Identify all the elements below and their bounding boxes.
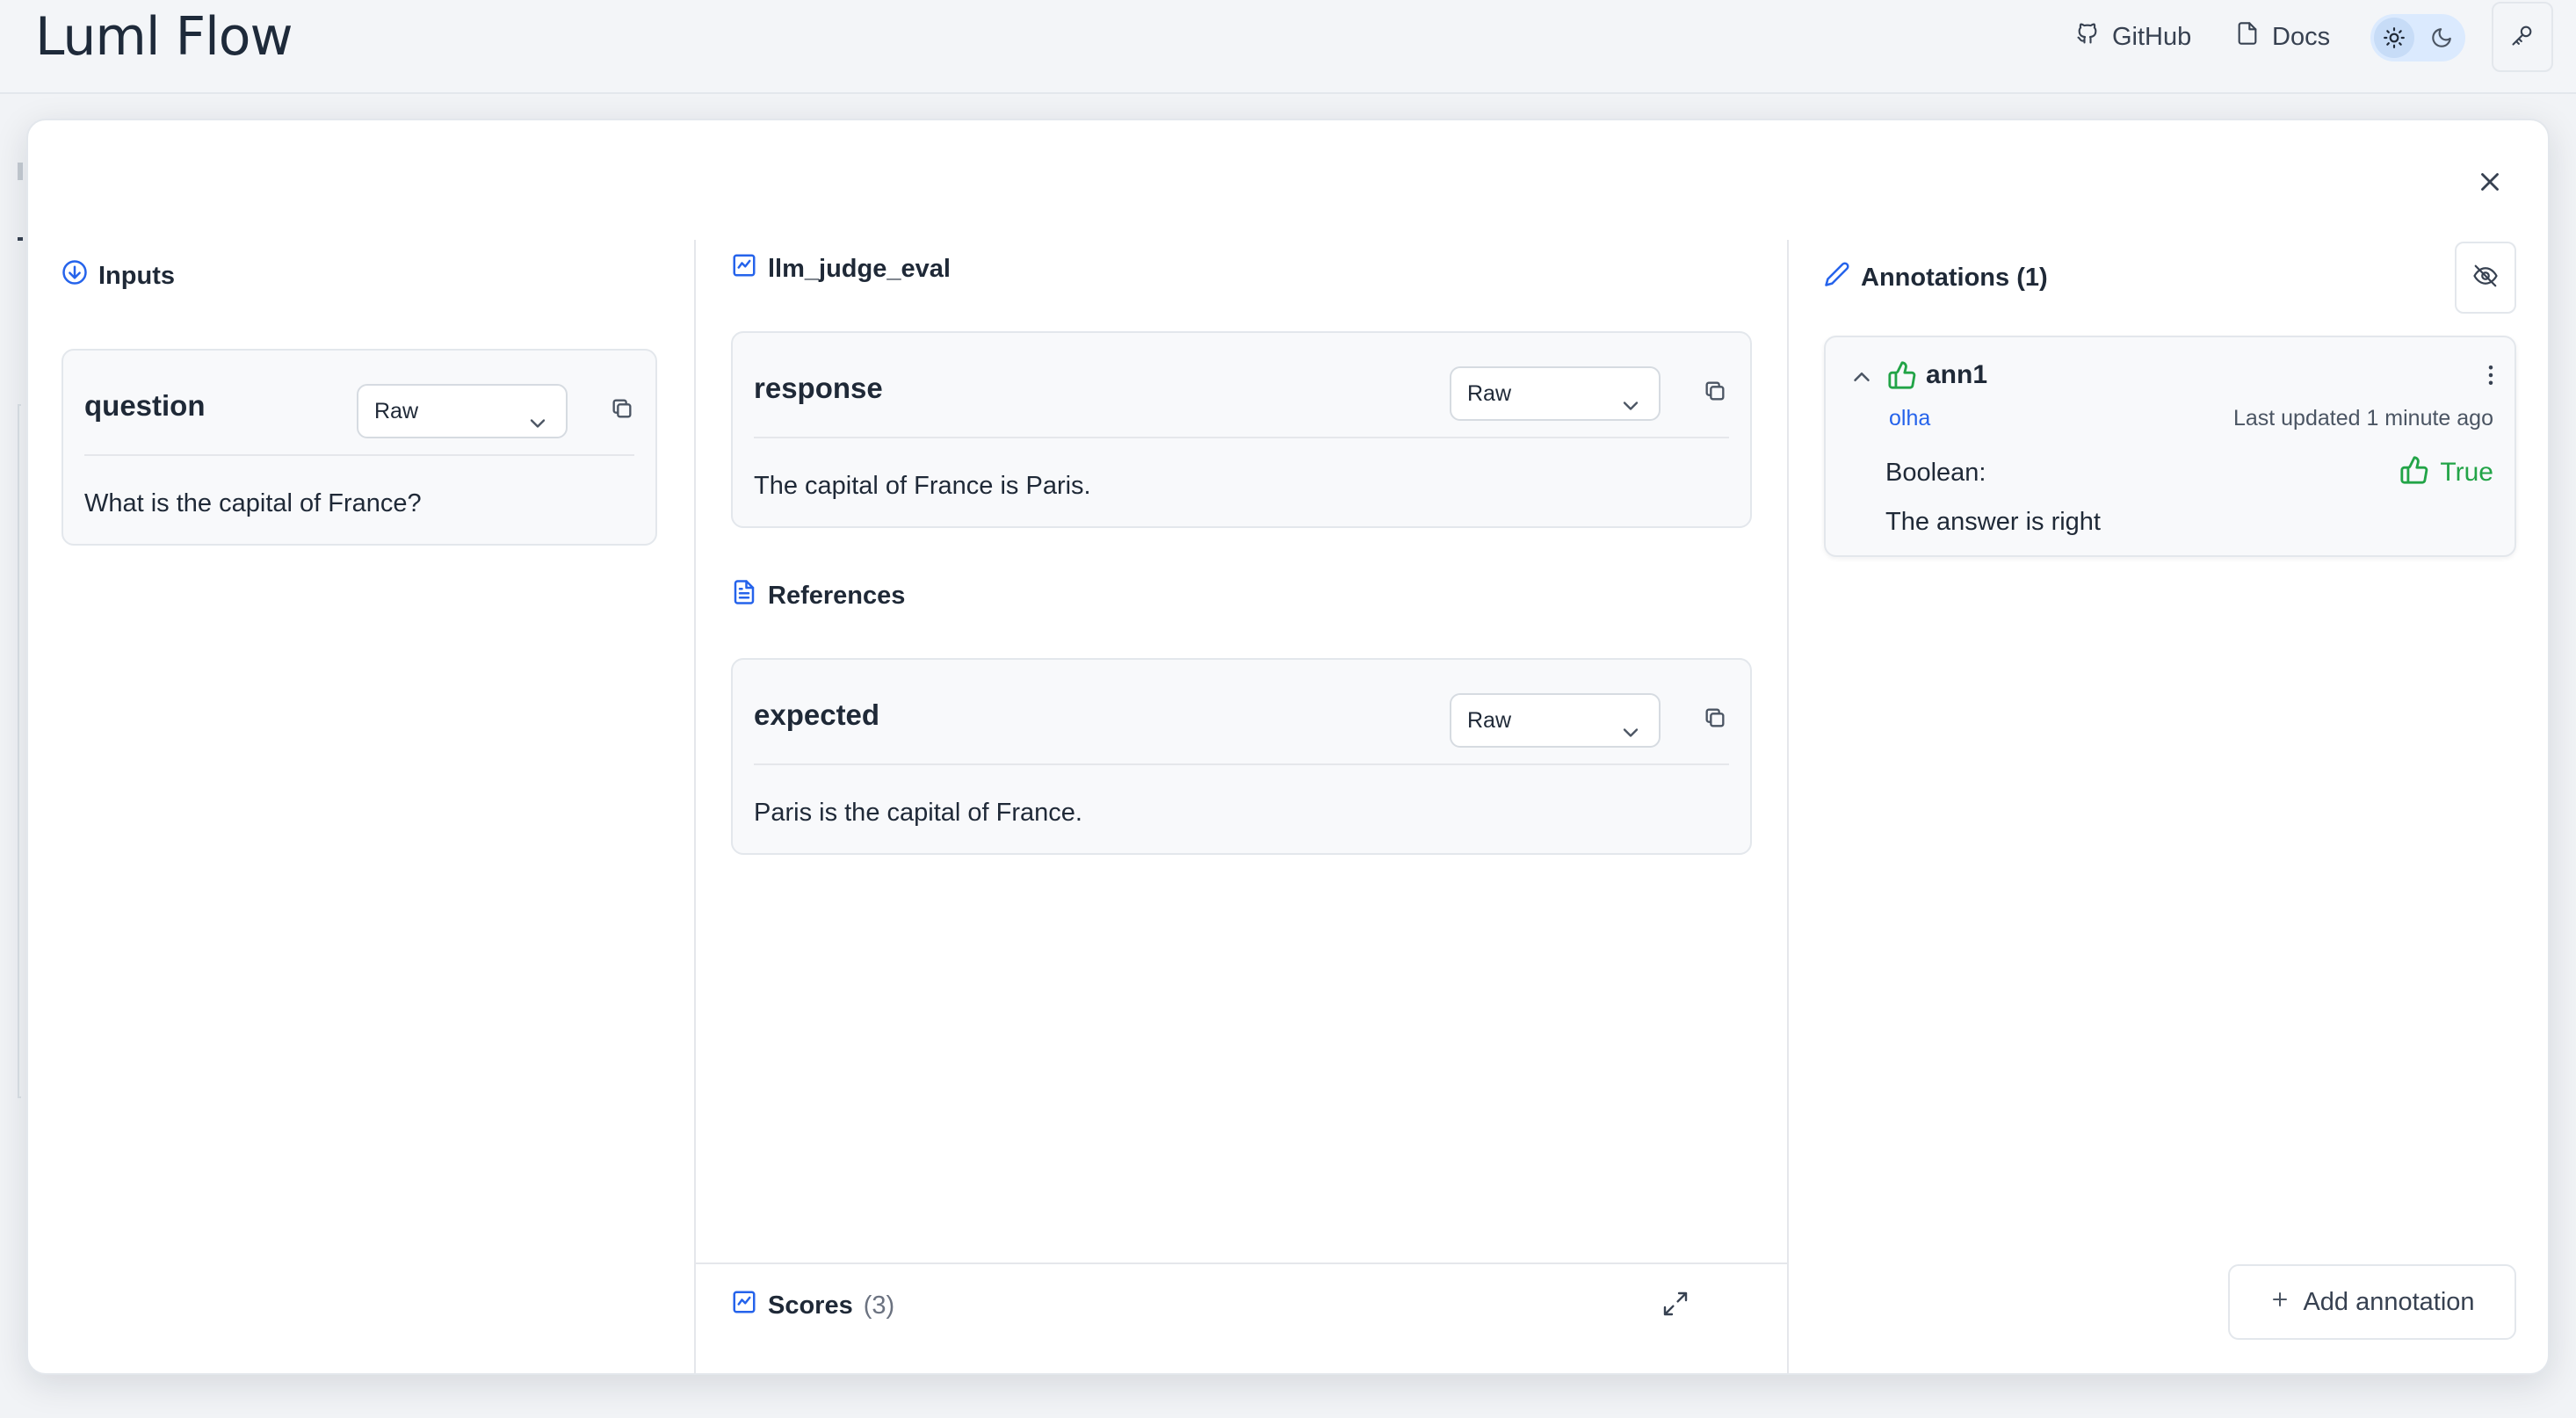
column-divider: [1787, 240, 1789, 1373]
inputs-header: Inputs: [62, 259, 175, 293]
app-logo[interactable]: Luml Flow: [35, 2, 293, 72]
close-icon: [2475, 167, 2505, 201]
eval-header: llm_judge_eval: [731, 252, 951, 286]
annotation-menu-button[interactable]: [2478, 362, 2504, 388]
eye-off-icon: [2472, 263, 2499, 293]
docs-label: Docs: [2272, 22, 2331, 51]
copy-icon: [1703, 379, 1727, 408]
docs-link[interactable]: Docs: [2235, 16, 2330, 58]
card-separator: [754, 437, 1729, 438]
add-annotation-button[interactable]: Add annotation: [2228, 1264, 2516, 1340]
annotation-value-text: True: [2440, 457, 2493, 487]
key-icon: [2510, 23, 2535, 52]
flow-icon: [731, 1289, 757, 1322]
scores-count: (3): [863, 1291, 895, 1320]
field-value: Paris is the capital of France.: [754, 799, 1082, 827]
field-value: What is the capital of France?: [84, 489, 422, 517]
field-value: The capital of France is Paris.: [754, 472, 1091, 500]
scores-bar[interactable]: Scores (3): [694, 1262, 1787, 1373]
api-key-button[interactable]: [2492, 2, 2553, 72]
file-icon: [731, 579, 757, 612]
trace-detail-modal: Inputs question Raw What is the capital …: [26, 119, 2550, 1375]
scores-header: Scores (3): [731, 1289, 894, 1322]
copy-button[interactable]: [604, 393, 640, 428]
input-field-card: question Raw What is the capital of Fran…: [62, 349, 657, 546]
annotation-user[interactable]: olha: [1889, 406, 1930, 431]
copy-button[interactable]: [1697, 702, 1733, 737]
annotation-type-label: Boolean:: [1885, 459, 1986, 487]
github-link[interactable]: GitHub: [2075, 16, 2191, 58]
background-page-fragment: [18, 237, 23, 241]
inputs-title: Inputs: [98, 261, 175, 290]
theme-toggle[interactable]: [2370, 14, 2465, 61]
add-annotation-label: Add annotation: [2303, 1287, 2475, 1316]
reference-field-card: expected Raw Paris is the capital of Fra…: [731, 658, 1752, 855]
output-field-card: response Raw The capital of France is Pa…: [731, 331, 1752, 528]
expand-scores-button[interactable]: [1656, 1286, 1695, 1325]
docs-icon: [2235, 21, 2260, 53]
format-select-value: Raw: [1467, 707, 1512, 733]
annotation-value: True: [2399, 455, 2493, 489]
hide-annotations-button[interactable]: [2455, 242, 2516, 314]
close-button[interactable]: [2469, 163, 2511, 205]
chevron-up-icon: [1849, 373, 1875, 394]
field-name: expected: [754, 698, 880, 731]
thumbs-up-icon: [1887, 360, 1917, 390]
format-select[interactable]: Raw: [357, 384, 568, 438]
field-name: response: [754, 372, 883, 404]
copy-icon: [610, 396, 634, 425]
pencil-icon: [1824, 261, 1850, 294]
flow-icon: [731, 252, 757, 286]
annotation-updated: Last updated 1 minute ago: [2232, 406, 2493, 430]
more-vertical-icon: [2478, 365, 2504, 392]
format-select-value: Raw: [374, 398, 419, 423]
top-bar: Luml Flow GitHub Docs: [0, 0, 2576, 94]
annotations-title: Annotations (1): [1861, 263, 2048, 292]
github-icon: [2075, 21, 2100, 53]
copy-button[interactable]: [1697, 375, 1733, 410]
annotation-card: ann1 olha Last updated 1 minute ago Bool…: [1824, 336, 2516, 557]
annotation-name: ann1: [1926, 360, 1988, 389]
plus-icon: [2269, 1288, 2290, 1317]
copy-icon: [1703, 705, 1727, 734]
annotations-header: Annotations (1): [1824, 261, 2048, 294]
format-select[interactable]: Raw: [1450, 693, 1661, 748]
card-separator: [754, 763, 1729, 765]
expand-icon: [1661, 1290, 1690, 1322]
card-separator: [84, 454, 634, 456]
field-name: question: [84, 389, 206, 422]
arrow-down-circle-icon: [62, 259, 88, 293]
background-page-fragment: [18, 404, 21, 1098]
background-page-fragment: [18, 163, 23, 180]
thumbs-up-icon: [2399, 455, 2429, 489]
annotation-note: The answer is right: [1885, 508, 2101, 536]
references-title: References: [768, 581, 906, 610]
collapse-annotation-button[interactable]: [1849, 364, 1875, 390]
column-divider: [694, 240, 696, 1373]
eval-title: llm_judge_eval: [768, 254, 951, 283]
format-select-value: Raw: [1467, 380, 1512, 406]
format-select[interactable]: Raw: [1450, 366, 1661, 421]
scores-label: Scores: [768, 1291, 853, 1320]
references-header: References: [731, 579, 905, 612]
github-label: GitHub: [2112, 22, 2192, 51]
